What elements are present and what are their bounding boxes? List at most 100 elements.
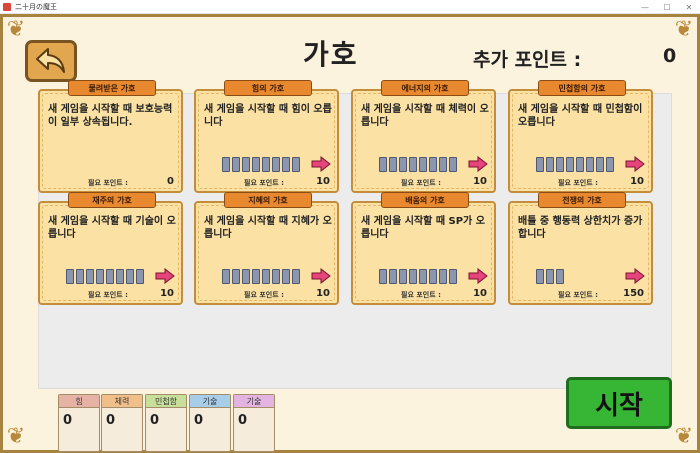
card-title: 배움의 가호 [381, 192, 469, 208]
cost-value: 10 [160, 288, 174, 299]
level-bar [66, 269, 144, 284]
stat-box: 힘0 [58, 394, 100, 452]
level-block [399, 157, 407, 172]
blessing-card[interactable]: 지혜의 가호 새 게임을 시작할 때 지혜가 오릅니다 필요 포인트 : 10 [194, 192, 339, 305]
right-arrow-icon[interactable] [468, 156, 488, 172]
cost-value: 10 [630, 176, 644, 187]
level-block [419, 157, 427, 172]
app-icon [3, 2, 11, 11]
level-block [282, 269, 290, 284]
stat-label: 민첩함 [146, 395, 186, 408]
cost-label: 필요 포인트 : [244, 291, 284, 299]
level-block [252, 269, 260, 284]
cost-label: 필요 포인트 : [401, 179, 441, 187]
stat-value: 0 [238, 413, 248, 428]
level-block [282, 157, 290, 172]
cost-label: 필요 포인트 : [88, 291, 128, 299]
card-description: 새 게임을 시작할 때 보호능력이 일부 상속됩니다. [48, 104, 173, 128]
right-arrow-icon[interactable] [311, 156, 331, 172]
card-title: 지혜의 가호 [224, 192, 312, 208]
level-block [536, 157, 544, 172]
card-title: 힘의 가호 [224, 80, 312, 96]
card-description: 새 게임을 시작할 때 힘이 오릅니다 [204, 104, 332, 128]
stat-value: 0 [150, 413, 160, 428]
stat-box: 민첩함 0 [145, 394, 187, 452]
level-block [232, 269, 240, 284]
level-block [409, 269, 417, 284]
level-block [556, 157, 564, 172]
page-title: 가호 [303, 38, 359, 71]
card-description: 새 게임을 시작할 때 체력이 오릅니다 [361, 104, 489, 128]
blessing-card[interactable]: 전쟁의 가호배틀 중 행동력 상한치가 증가합니다필요 포인트 : 150 [508, 192, 653, 305]
minimize-button[interactable]: — [634, 0, 656, 14]
card-description: 새 게임을 시작할 때 민첩함이 오릅니다 [518, 104, 643, 128]
cost-label: 필요 포인트 : [401, 291, 441, 299]
level-block [556, 269, 564, 284]
level-block [86, 269, 94, 284]
cost-label: 필요 포인트 : [244, 179, 284, 187]
level-block [116, 269, 124, 284]
close-button[interactable]: ✕ [678, 0, 700, 14]
cost-label: 필요 포인트 : [558, 291, 598, 299]
level-block [546, 269, 554, 284]
level-block [409, 157, 417, 172]
stat-label: 기술 [190, 395, 230, 408]
level-block [399, 269, 407, 284]
stat-value: 0 [106, 413, 116, 428]
card-title: 전쟁의 가호 [538, 192, 626, 208]
level-block [96, 269, 104, 284]
blessing-card[interactable]: 에너지의 가호 새 게임을 시작할 때 체력이 오릅니다 필요 포인트 : 10 [351, 80, 496, 193]
level-bar [222, 157, 300, 172]
card-description: 새 게임을 시작할 때 지혜가 오릅니다 [204, 216, 332, 240]
cost-label: 필요 포인트 : [558, 179, 598, 187]
level-block [606, 157, 614, 172]
right-arrow-icon[interactable] [311, 268, 331, 284]
level-block [546, 157, 554, 172]
start-button[interactable]: 시작 [566, 377, 672, 429]
stat-label: 기술 [234, 395, 274, 408]
cost-value: 10 [316, 176, 330, 187]
level-bar [379, 269, 457, 284]
right-arrow-icon[interactable] [625, 268, 645, 284]
extra-points-value: 0 [663, 45, 677, 67]
level-block [536, 269, 544, 284]
right-arrow-icon[interactable] [625, 156, 645, 172]
level-block [429, 269, 437, 284]
blessing-card[interactable]: 물려받은 가호 새 게임을 시작할 때 보호능력이 일부 상속됩니다. 필요 포인트… [38, 80, 183, 193]
level-block [389, 269, 397, 284]
level-bar [222, 269, 300, 284]
level-block [566, 157, 574, 172]
level-block [439, 269, 447, 284]
level-block [136, 269, 144, 284]
level-block [449, 157, 457, 172]
back-button[interactable] [25, 40, 77, 82]
level-block [292, 269, 300, 284]
cost-value: 10 [473, 176, 487, 187]
blessing-card[interactable]: 재주의 가호 새 게임을 시작할 때 기술이 오릅니다 필요 포인트 : 10 [38, 192, 183, 305]
blessing-card[interactable]: 힘의 가호새 게임을 시작할 때 힘이 오릅니다필요 포인트 : 10 [194, 80, 339, 193]
level-block [292, 157, 300, 172]
window-title: 二十月の魔王 [15, 2, 57, 11]
right-arrow-icon[interactable] [468, 268, 488, 284]
stat-value: 0 [194, 413, 204, 428]
card-description: 배틀 중 행동력 상한치가 증가합니다 [518, 216, 643, 240]
blessing-card[interactable]: 민첩함의 가호새 게임을 시작할 때 민첩함이 오릅니다필요 포인트 : 10 [508, 80, 653, 193]
level-bar [379, 157, 457, 172]
level-block [576, 157, 584, 172]
stat-value: 0 [63, 413, 73, 428]
corner-ornament-icon: ❦ [6, 17, 26, 42]
blessing-card[interactable]: 배움의 가호 새 게임을 시작할 때 SP가 오릅니다 필요 포인트 : 10 [351, 192, 496, 305]
card-description: 새 게임을 시작할 때 기술이 오릅니다 [48, 216, 176, 240]
level-block [76, 269, 84, 284]
right-arrow-icon[interactable] [155, 268, 175, 284]
game-frame: ❦ ❦ ❦ ❦ 가호 추가 포인트 : 0 물려받은 가호 새 게임을 시작할 때… [0, 14, 700, 453]
cost-value: 150 [623, 288, 644, 299]
stat-box: 체력 0 [101, 394, 143, 452]
level-block [379, 269, 387, 284]
maximize-button[interactable]: ☐ [656, 0, 678, 14]
level-bar [536, 157, 614, 172]
card-title: 민첩함의 가호 [538, 80, 626, 96]
level-block [596, 157, 604, 172]
level-block [106, 269, 114, 284]
level-block [252, 157, 260, 172]
